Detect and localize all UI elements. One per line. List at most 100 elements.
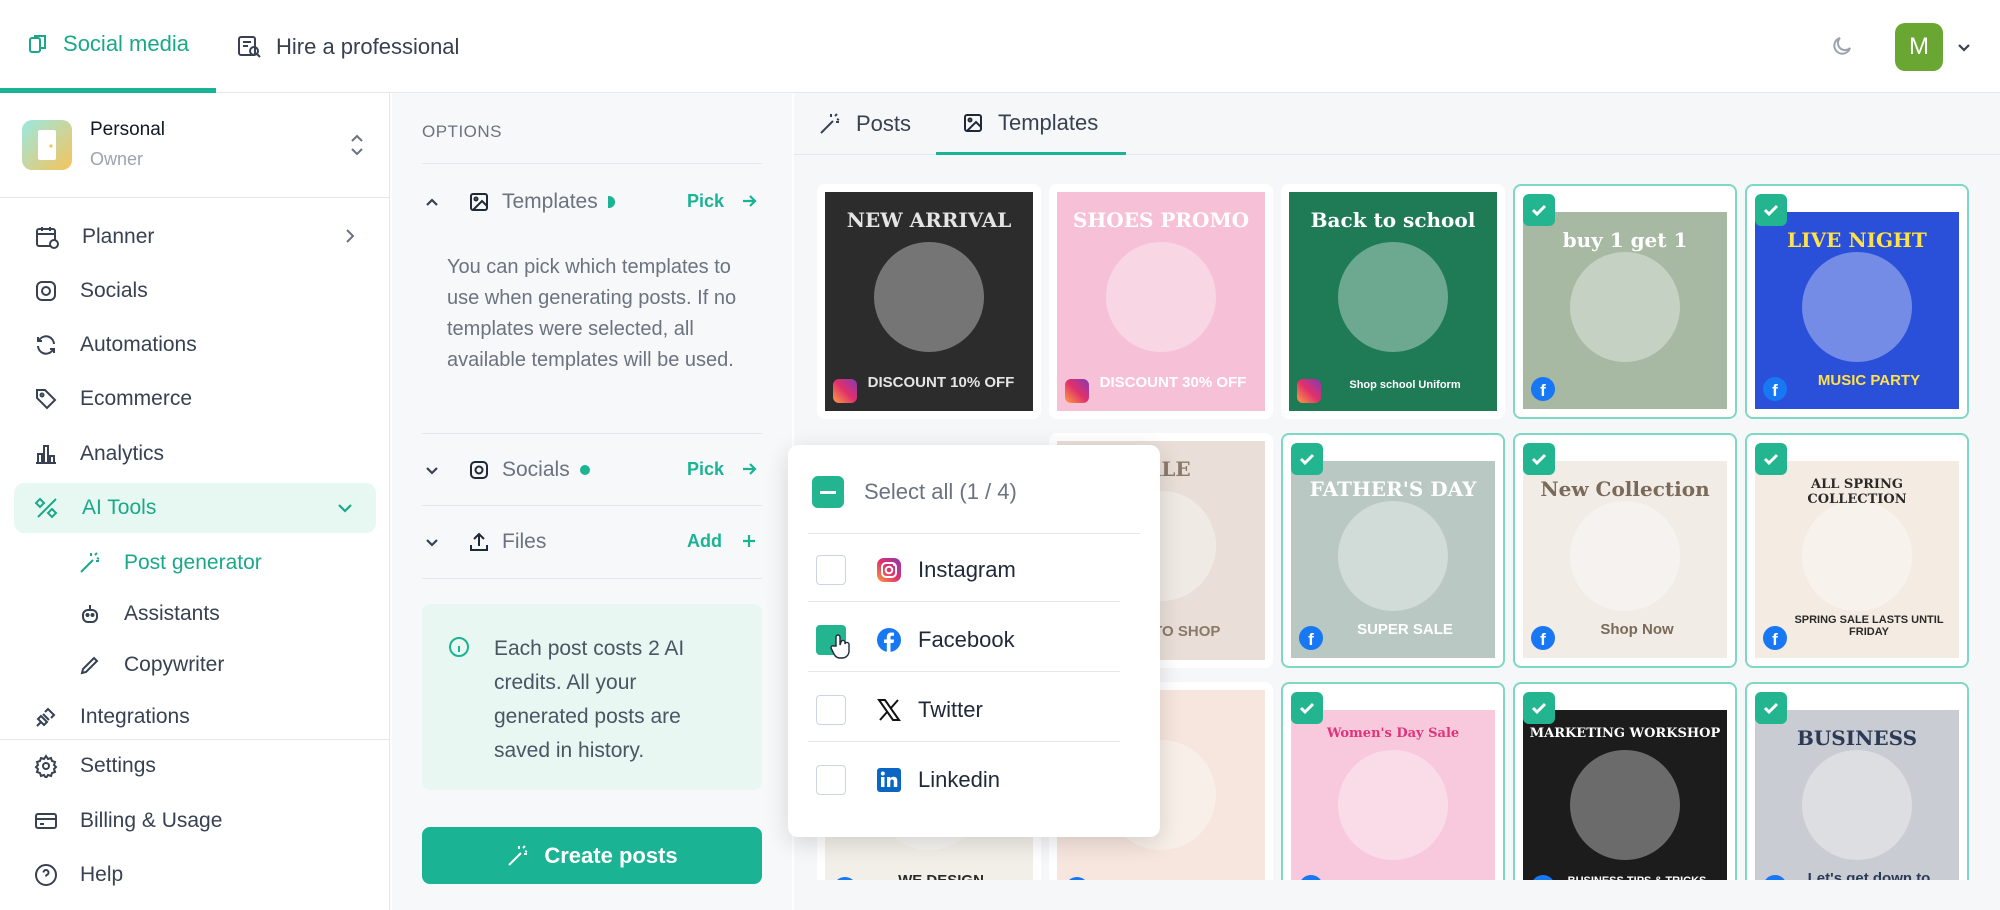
facebook-checkbox[interactable] (816, 625, 850, 659)
socials-option[interactable]: Socials Pick (422, 450, 762, 490)
template-thumbnail: NEW ARRIVAL DISCOUNT 10% OFF (825, 192, 1033, 411)
template-checkbox[interactable] (1523, 194, 1555, 226)
instagram-checkbox[interactable] (816, 555, 846, 585)
nav-assistants[interactable]: Assistants (78, 592, 220, 636)
nav-ecommerce[interactable]: Ecommerce (14, 374, 376, 424)
nav-billing[interactable]: Billing & Usage (14, 796, 376, 846)
tab-posts[interactable]: Posts (818, 93, 911, 155)
linkedin-checkbox[interactable] (816, 765, 846, 795)
nav-settings[interactable]: Settings (14, 741, 376, 791)
template-card[interactable]: SHOES PROMO DISCOUNT 30% OFF (1049, 184, 1273, 419)
gear-icon (34, 754, 58, 778)
tab-hire-professional[interactable]: Hire a professional (236, 0, 459, 93)
nav-socials[interactable]: Socials (14, 266, 376, 316)
nav-copywriter-label: Copywriter (124, 653, 225, 676)
arrow-right-icon[interactable] (740, 192, 758, 210)
templates-description: You can pick which templates to use when… (447, 256, 737, 371)
template-checkbox[interactable] (1523, 692, 1555, 724)
nav-automations[interactable]: Automations (14, 320, 376, 370)
chevron-down-icon[interactable] (1954, 37, 1974, 57)
pencil-icon (78, 653, 102, 677)
indeterminate-checkbox[interactable] (812, 476, 844, 508)
template-card[interactable]: New Collection Shop Now f (1513, 433, 1737, 668)
template-card[interactable]: NEW ARRIVAL DISCOUNT 10% OFF (817, 184, 1041, 419)
template-image (874, 242, 984, 353)
dropdown-item-linkedin[interactable]: Linkedin (808, 745, 1120, 815)
chevron-up-icon[interactable] (422, 192, 456, 212)
template-card[interactable]: Women's Day Salef (1281, 682, 1505, 910)
chevron-down-icon[interactable] (422, 532, 456, 552)
nav-assistants-label: Assistants (124, 602, 220, 625)
template-thumbnail: LIVE NIGHT MUSIC PARTY (1755, 212, 1959, 409)
template-thumbnail: buy 1 get 1 (1523, 212, 1727, 409)
template-checkbox[interactable] (1291, 692, 1323, 724)
template-card[interactable]: LIVE NIGHT MUSIC PARTY f (1745, 184, 1969, 419)
arrow-right-icon[interactable] (740, 460, 758, 478)
template-checkbox[interactable] (1523, 443, 1555, 475)
nav-settings-label: Settings (80, 754, 156, 777)
template-card[interactable]: BUSINESSLet's get down tof (1745, 682, 1969, 910)
nav-help[interactable]: Help (14, 850, 376, 900)
sidebar-divider (0, 739, 390, 740)
template-checkbox[interactable] (1755, 443, 1787, 475)
instagram-icon (1297, 379, 1321, 403)
avatar-initial: M (1909, 33, 1929, 60)
twitter-checkbox[interactable] (816, 695, 846, 725)
tab-templates[interactable]: Templates (936, 93, 1126, 155)
template-card[interactable]: FATHER'S DAY SUPER SALE f (1281, 433, 1505, 668)
nav-planner[interactable]: Planner (14, 212, 376, 262)
templates-option[interactable]: Templates Pick (422, 182, 762, 222)
tag-icon (34, 387, 58, 411)
template-card[interactable]: Back to school Shop school Uniform (1281, 184, 1505, 419)
user-avatar[interactable]: M (1895, 23, 1943, 71)
template-card[interactable]: MARKETING WORKSHOPBUSINESS TIPS & TRICKS… (1513, 682, 1737, 910)
template-checkbox[interactable] (1755, 692, 1787, 724)
chevron-down-icon[interactable] (422, 460, 456, 480)
template-card[interactable]: buy 1 get 1 f (1513, 184, 1737, 419)
template-card[interactable]: ALL SPRING COLLECTION SPRING SALE LASTS U… (1745, 433, 1969, 668)
divider (808, 533, 1140, 534)
plus-icon[interactable] (740, 532, 758, 550)
template-checkbox[interactable] (1755, 194, 1787, 226)
dropdown-item-instagram[interactable]: Instagram (808, 535, 1120, 605)
chevron-updown-icon[interactable] (346, 131, 368, 159)
select-all-label: Select all (1 / 4) (864, 479, 1017, 504)
dark-mode-moon-icon[interactable] (1830, 34, 1854, 58)
instagram-icon (833, 379, 857, 403)
dropdown-item-facebook[interactable]: Facebook (808, 605, 1120, 675)
instagram-label: Instagram (918, 557, 1016, 582)
template-title: buy 1 get 1 (1562, 228, 1688, 252)
nav-post-generator[interactable]: Post generator (78, 541, 262, 585)
nav-ai-tools[interactable]: AI Tools (14, 483, 376, 533)
divider (422, 163, 762, 164)
info-box: Each post costs 2 AI credits. All your g… (422, 604, 762, 790)
tab-social-media[interactable]: Social media (0, 0, 216, 93)
select-all-row[interactable]: Select all (1 / 4) (808, 457, 1120, 527)
template-title: New Collection (1540, 477, 1710, 501)
nav-socials-label: Socials (80, 279, 148, 302)
files-add-button[interactable]: Add (687, 531, 722, 552)
dropdown-item-twitter[interactable]: Twitter (808, 675, 1120, 745)
files-option[interactable]: Files Add (422, 522, 762, 562)
nav-integrations[interactable]: Integrations (14, 695, 376, 739)
template-thumbnail: MARKETING WORKSHOPBUSINESS TIPS & TRICKS (1523, 710, 1727, 907)
nav-analytics[interactable]: Analytics (14, 429, 376, 479)
hand-cursor-icon (829, 634, 851, 660)
template-thumbnail: BUSINESS Let's get down to (1755, 710, 1959, 907)
credit-card-icon (34, 809, 58, 833)
chevron-right-icon (340, 226, 360, 246)
template-checkbox[interactable] (1291, 443, 1323, 475)
options-header: OPTIONS (422, 122, 503, 141)
create-posts-button[interactable]: Create posts (422, 827, 762, 884)
divider (422, 578, 762, 579)
socials-pick-button[interactable]: Pick (687, 459, 724, 480)
divider (422, 505, 762, 506)
scroll-edge (794, 880, 2000, 910)
nav-copywriter[interactable]: Copywriter (78, 643, 224, 687)
template-image (1338, 749, 1448, 860)
ai-tools-icon (34, 495, 60, 521)
workspace-switcher[interactable]: Personal Owner (0, 93, 390, 198)
template-image (1802, 500, 1912, 611)
twitter-label: Twitter (918, 697, 983, 722)
templates-pick-button[interactable]: Pick (687, 191, 724, 212)
